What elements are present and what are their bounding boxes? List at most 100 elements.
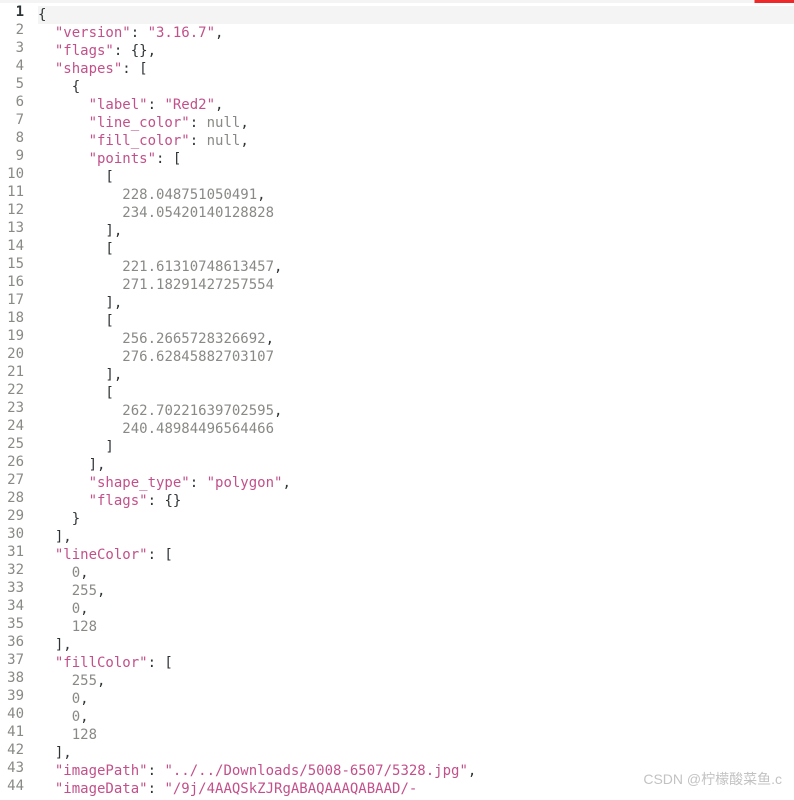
token-p [38,259,122,275]
code-line[interactable]: } [38,510,794,528]
code-line[interactable]: 234.05420140128828 [38,204,794,222]
code-line[interactable]: 240.48984496564466 [38,420,794,438]
token-p: , [80,709,88,725]
code-line[interactable]: [ [38,384,794,402]
token-p: , [215,97,223,113]
code-line[interactable]: ], [38,636,794,654]
token-p: : [190,115,207,131]
token-s: "3.16.7" [148,25,215,41]
token-num: 240.48984496564466 [122,421,274,437]
code-line[interactable]: 128 [38,618,794,636]
token-p: { [38,7,46,23]
token-p [38,133,89,149]
code-area[interactable]: { "version": "3.16.7", "flags": {}, "sha… [38,3,794,798]
code-line[interactable]: "flags": {}, [38,42,794,60]
line-number: 43 [0,759,30,777]
code-line[interactable]: 228.048751050491, [38,186,794,204]
token-p [38,619,72,635]
code-line[interactable]: "fillColor": [ [38,654,794,672]
code-line[interactable]: ], [38,456,794,474]
code-line[interactable]: 255, [38,582,794,600]
code-line[interactable]: 0, [38,564,794,582]
code-line[interactable]: "lineColor": [ [38,546,794,564]
token-k: "flags" [89,493,148,509]
line-number: 1 [0,3,30,21]
token-k: "fill_color" [89,133,190,149]
code-line[interactable]: [ [38,312,794,330]
token-k: "flags" [55,43,114,59]
token-p: ], [38,457,105,473]
code-line[interactable]: "line_color": null, [38,114,794,132]
line-number: 12 [0,201,30,219]
line-number: 16 [0,273,30,291]
code-line[interactable]: "fill_color": null, [38,132,794,150]
token-p [38,727,72,743]
token-s: "polygon" [207,475,283,491]
code-line[interactable]: "version": "3.16.7", [38,24,794,42]
line-number: 31 [0,543,30,561]
token-p [38,763,55,779]
code-line[interactable]: { [38,78,794,96]
code-editor[interactable]: 1234567891011121314151617181920212223242… [0,0,794,798]
token-p: , [240,115,248,131]
token-p: ], [38,223,122,239]
token-p [38,25,55,41]
token-k: "shape_type" [89,475,190,491]
token-num: 0 [72,709,80,725]
token-num: 255 [72,673,97,689]
line-number: 29 [0,507,30,525]
token-p [38,565,72,581]
token-num: 0 [72,565,80,581]
line-number: 5 [0,75,30,93]
token-p [38,673,72,689]
token-p: ] [38,439,114,455]
token-p [38,151,89,167]
code-line[interactable]: ], [38,222,794,240]
code-line[interactable]: "imagePath": "../../Downloads/5008-6507/… [38,762,794,780]
token-p: : [190,475,207,491]
token-num: 256.2665728326692 [122,331,265,347]
code-line[interactable]: [ [38,240,794,258]
line-number: 24 [0,417,30,435]
token-s: "../../Downloads/5008-6507/5328.jpg" [164,763,467,779]
token-p [38,691,72,707]
code-line[interactable]: 128 [38,726,794,744]
code-line[interactable]: 221.61310748613457, [38,258,794,276]
code-line[interactable]: 0, [38,708,794,726]
token-num: 276.62845882703107 [122,349,274,365]
line-number: 17 [0,291,30,309]
code-line[interactable]: "shapes": [ [38,60,794,78]
code-line[interactable]: "points": [ [38,150,794,168]
code-line[interactable]: [ [38,168,794,186]
token-s: "Red2" [164,97,215,113]
token-p: , [266,331,274,347]
token-p: [ [38,313,114,329]
code-line[interactable]: "shape_type": "polygon", [38,474,794,492]
code-line[interactable]: { [38,6,794,24]
code-line[interactable]: 255, [38,672,794,690]
code-line[interactable]: 0, [38,690,794,708]
code-line[interactable]: ], [38,294,794,312]
token-p [38,61,55,77]
code-line[interactable]: ], [38,744,794,762]
code-line[interactable]: "flags": {} [38,492,794,510]
token-p: : [ [148,547,173,563]
code-line[interactable]: 0, [38,600,794,618]
code-line[interactable]: ], [38,366,794,384]
code-line[interactable]: 271.18291427257554 [38,276,794,294]
line-number: 34 [0,597,30,615]
code-line[interactable]: 276.62845882703107 [38,348,794,366]
token-p: , [80,565,88,581]
token-n: null [207,115,241,131]
code-line[interactable]: 262.70221639702595, [38,402,794,420]
line-number: 28 [0,489,30,507]
code-line[interactable]: "imageData": "/9j/4AAQSkZJRgABAQAAAQABAA… [38,780,794,798]
line-number: 25 [0,435,30,453]
code-line[interactable]: ], [38,528,794,546]
code-line[interactable]: 256.2665728326692, [38,330,794,348]
code-line[interactable]: "label": "Red2", [38,96,794,114]
code-line[interactable]: ] [38,438,794,456]
token-p: , [274,259,282,275]
token-k: "lineColor" [55,547,148,563]
token-p: } [38,511,80,527]
